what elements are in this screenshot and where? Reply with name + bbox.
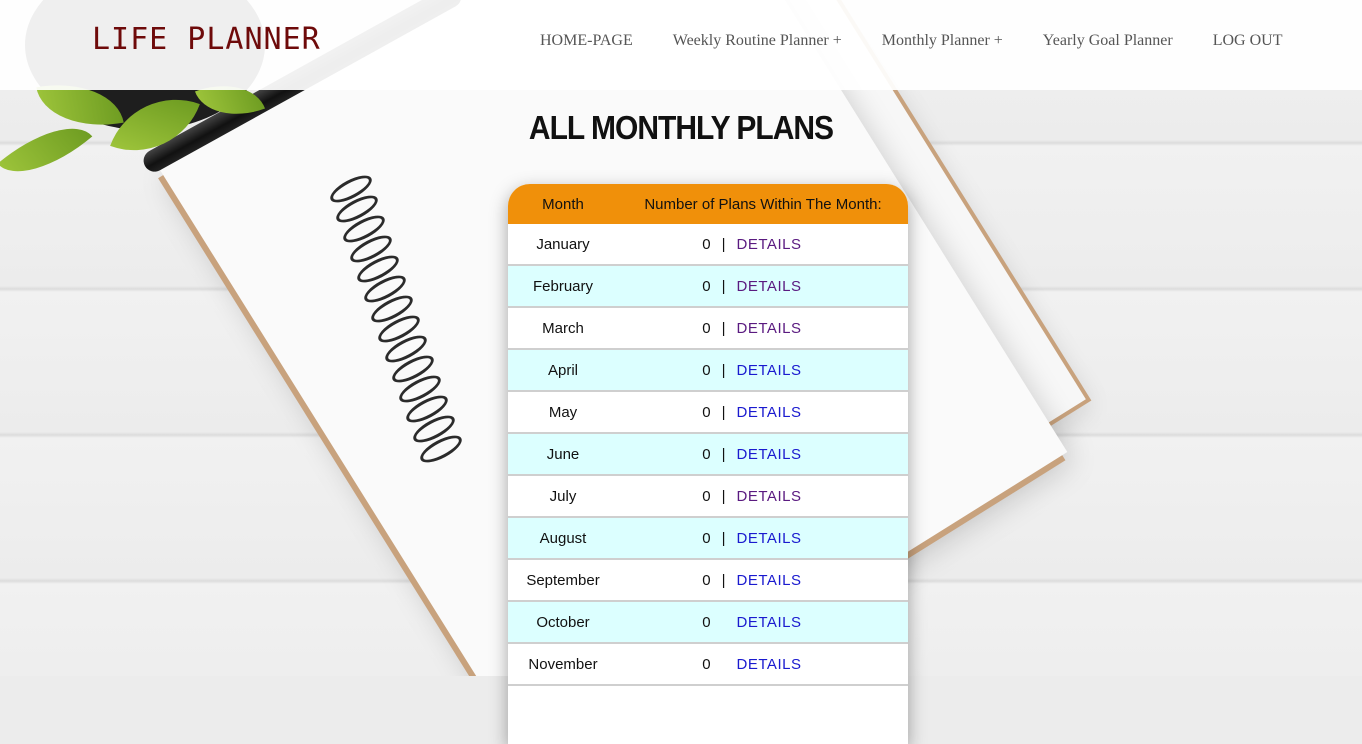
table-row: February 0 | DETAILS (508, 266, 908, 308)
plan-count: 0 (702, 571, 711, 589)
plan-count: 0 (702, 529, 711, 547)
separator: | (721, 487, 726, 505)
table-row: July 0 | DETAILS (508, 476, 908, 518)
month-name: July (549, 487, 577, 505)
nav-weekly-routine-planner[interactable]: Weekly Routine Planner + (673, 32, 842, 50)
details-link[interactable]: DETAILS (737, 320, 802, 337)
table-row: August 0 | DETAILS (508, 518, 908, 560)
table-row: May 0 | DETAILS (508, 392, 908, 434)
month-name: April (547, 361, 578, 379)
column-header-count: Number of Plans Within The Month: (644, 195, 882, 213)
separator: | (721, 529, 726, 547)
month-name: February (532, 277, 594, 295)
plan-count: 0 (702, 235, 711, 253)
details-link[interactable]: DETAILS (737, 362, 802, 379)
table-row: September 0 | DETAILS (508, 560, 908, 602)
month-name: August (539, 529, 587, 547)
table-row: January 0 | DETAILS (508, 224, 908, 266)
plan-count-cell: 0 DETAILS (618, 614, 908, 631)
plan-count: 0 (702, 487, 711, 505)
details-link[interactable]: DETAILS (737, 530, 802, 547)
month-name: September (526, 571, 600, 589)
plan-count: 0 (702, 319, 711, 337)
nav-monthly-planner[interactable]: Monthly Planner + (882, 32, 1003, 50)
table-row: June 0 | DETAILS (508, 434, 908, 476)
details-link[interactable]: DETAILS (737, 404, 802, 421)
monthly-plans-table: Month Number of Plans Within The Month: … (508, 184, 908, 744)
plan-count: 0 (702, 403, 711, 421)
separator: | (721, 445, 726, 463)
column-header-month: Month (542, 195, 584, 213)
plan-count-cell: 0 | DETAILS (618, 236, 908, 253)
separator: | (721, 403, 726, 421)
plan-count: 0 (702, 277, 711, 295)
details-link[interactable]: DETAILS (737, 656, 802, 673)
details-link[interactable]: DETAILS (737, 278, 802, 295)
nav-yearly-goal-planner[interactable]: Yearly Goal Planner (1043, 32, 1173, 50)
details-link[interactable]: DETAILS (737, 614, 802, 631)
separator: | (721, 319, 726, 337)
nav-home[interactable]: HOME-PAGE (540, 32, 633, 50)
details-link[interactable]: DETAILS (737, 446, 802, 463)
details-link[interactable]: DETAILS (737, 572, 802, 589)
plan-count-cell: 0 | DETAILS (618, 404, 908, 421)
table-header: Month Number of Plans Within The Month: (508, 184, 908, 224)
table-row: April 0 | DETAILS (508, 350, 908, 392)
plan-count-cell: 0 | DETAILS (618, 572, 908, 589)
month-name: May (548, 403, 578, 421)
plan-count-cell: 0 | DETAILS (618, 320, 908, 337)
separator: | (721, 571, 726, 589)
month-name: March (542, 319, 584, 337)
plan-count: 0 (702, 445, 711, 463)
month-name: October (536, 613, 590, 631)
nav-log-out[interactable]: LOG OUT (1213, 32, 1283, 50)
table-body: January 0 | DETAILS February 0 | DETAILS March 0 |… (508, 224, 908, 686)
main-nav: HOME-PAGE Weekly Routine Planner + Month… (540, 32, 1322, 50)
notebook-spiral (326, 170, 466, 480)
separator: | (721, 235, 726, 253)
top-navbar: LIFE PLANNER HOME-PAGE Weekly Routine Pl… (0, 0, 1362, 90)
plan-count-cell: 0 | DETAILS (618, 446, 908, 463)
plan-count-cell: 0 | DETAILS (618, 488, 908, 505)
separator: | (721, 277, 726, 295)
month-name: January (536, 235, 590, 253)
plan-count: 0 (702, 655, 711, 673)
details-link[interactable]: DETAILS (737, 236, 802, 253)
plan-count: 0 (702, 613, 711, 631)
month-name: June (546, 445, 580, 463)
separator: | (721, 361, 726, 379)
table-row: November 0 DETAILS (508, 644, 908, 686)
plan-count: 0 (702, 361, 711, 379)
plan-count-cell: 0 DETAILS (618, 656, 908, 673)
table-row: October 0 DETAILS (508, 602, 908, 644)
details-link[interactable]: DETAILS (737, 488, 802, 505)
site-logo[interactable]: LIFE PLANNER (92, 22, 321, 57)
plan-count-cell: 0 | DETAILS (618, 362, 908, 379)
table-row: March 0 | DETAILS (508, 308, 908, 350)
page-title: ALL MONTHLY PLANS (528, 110, 834, 147)
plan-count-cell: 0 | DETAILS (618, 278, 908, 295)
month-name: November (528, 655, 598, 673)
plan-count-cell: 0 | DETAILS (618, 530, 908, 547)
